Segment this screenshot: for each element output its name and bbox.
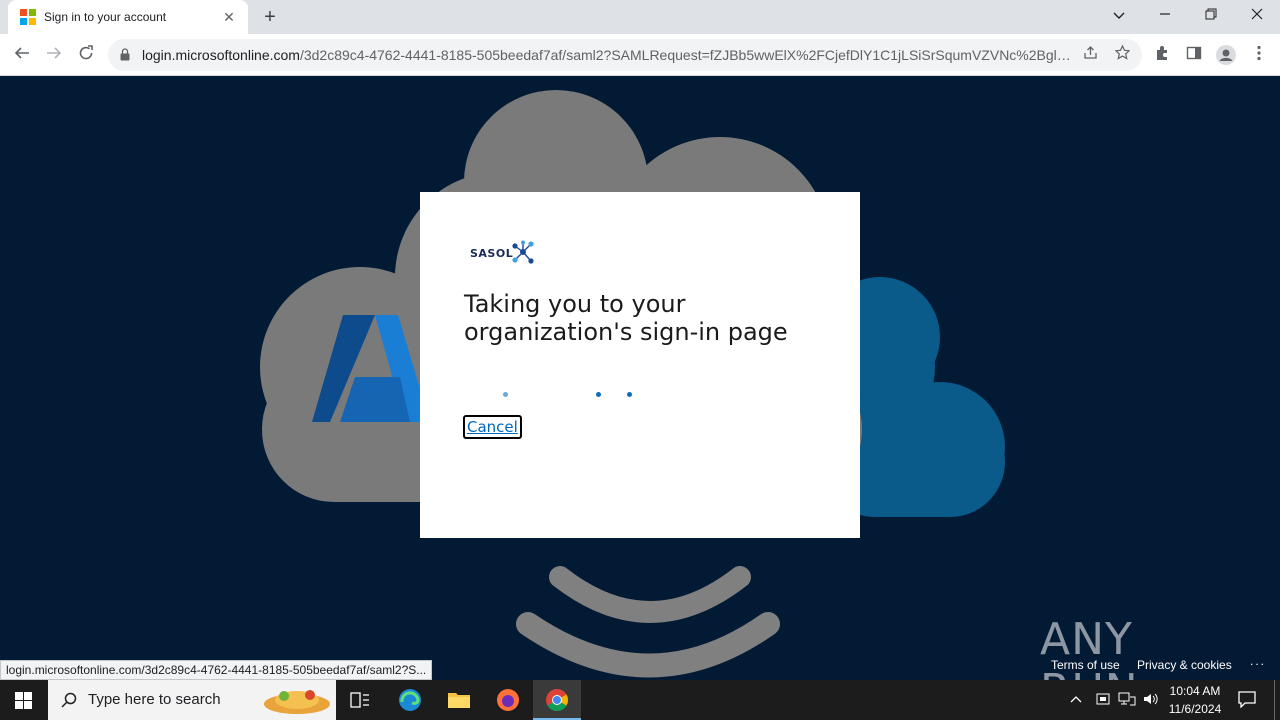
search-icon [61,692,77,708]
taskbar-search-box[interactable]: Type here to search [48,680,336,720]
tab-search-icon[interactable] [1096,0,1142,30]
start-button[interactable] [0,680,48,720]
browser-menu-icon[interactable] [1249,45,1269,65]
url-path: /3d2c89c4-4762-4441-8185-505beedaf7af/sa… [299,47,1072,63]
more-options-button[interactable]: ... [1250,654,1266,668]
task-view-icon[interactable] [336,680,384,720]
address-bar[interactable]: login.microsoftonline.com/3d2c89c4-4762-… [108,39,1142,71]
restore-icon[interactable] [1188,0,1234,30]
logo-text: SASOL [470,247,514,260]
edge-icon[interactable] [386,680,434,720]
page-title: Taking you to your organization's sign-i… [464,290,788,346]
side-panel-icon[interactable] [1184,45,1204,65]
tab-strip: Sign in to your account ✕ + [0,0,1280,34]
anyrun-watermark: ANY RUN [1040,612,1240,680]
clock-time[interactable]: 10:04 AM [1166,684,1224,698]
windows-taskbar: Type here to search 10:04 AM 11/6/2024 [0,680,1280,720]
profile-avatar-icon[interactable] [1216,45,1236,65]
privacy-link[interactable]: Privacy & cookies [1137,658,1232,672]
volume-icon[interactable] [1142,691,1160,710]
page-content: SASOL Taking you to your organization's … [0,77,1280,680]
tab-title: Sign in to your account [44,10,167,24]
new-tab-button[interactable]: + [258,6,282,28]
onedrive-icon[interactable] [1095,691,1111,710]
url-text: login.microsoftonline.com/3d2c89c4-4762-… [142,47,1072,63]
sasol-logo: SASOL [470,240,540,268]
clock-date[interactable]: 11/6/2024 [1166,702,1224,716]
reload-icon[interactable] [74,43,98,67]
forward-icon[interactable] [42,43,66,67]
search-placeholder: Type here to search [88,691,221,708]
progress-dot [596,392,601,397]
browser-toolbar: login.microsoftonline.com/3d2c89c4-4762-… [0,34,1280,76]
microsoft-logo-icon [20,9,36,25]
file-explorer-icon[interactable] [435,680,483,720]
tab-close-icon[interactable]: ✕ [220,8,238,26]
windows-logo-icon [15,692,32,709]
show-desktop-button[interactable] [1274,680,1280,720]
progress-dot [627,392,632,397]
share-icon[interactable] [1080,45,1100,65]
back-icon[interactable] [10,43,34,67]
progress-dot [503,392,508,397]
sasol-molecule-icon [512,240,534,264]
terms-link[interactable]: Terms of use [1051,658,1120,672]
notifications-icon[interactable] [1238,690,1256,711]
status-bar-url: login.microsoftonline.com/3d2c89c4-4762-… [0,660,433,680]
show-hidden-icons[interactable] [1070,692,1082,706]
firefox-icon[interactable] [484,680,532,720]
close-window-icon[interactable] [1234,0,1280,30]
extensions-icon[interactable] [1152,45,1172,65]
sign-in-dialog: SASOL Taking you to your organization's … [420,192,860,538]
network-icon[interactable] [1118,691,1136,710]
url-host: login.microsoftonline.com [142,47,300,63]
lock-icon [120,48,130,61]
tab-active[interactable]: Sign in to your account ✕ [8,0,248,34]
minimize-icon[interactable] [1142,0,1188,30]
bookmark-star-icon[interactable] [1112,44,1132,65]
chrome-icon[interactable] [533,680,581,720]
cancel-link[interactable]: Cancel [463,415,522,439]
search-highlight-image [264,690,330,714]
